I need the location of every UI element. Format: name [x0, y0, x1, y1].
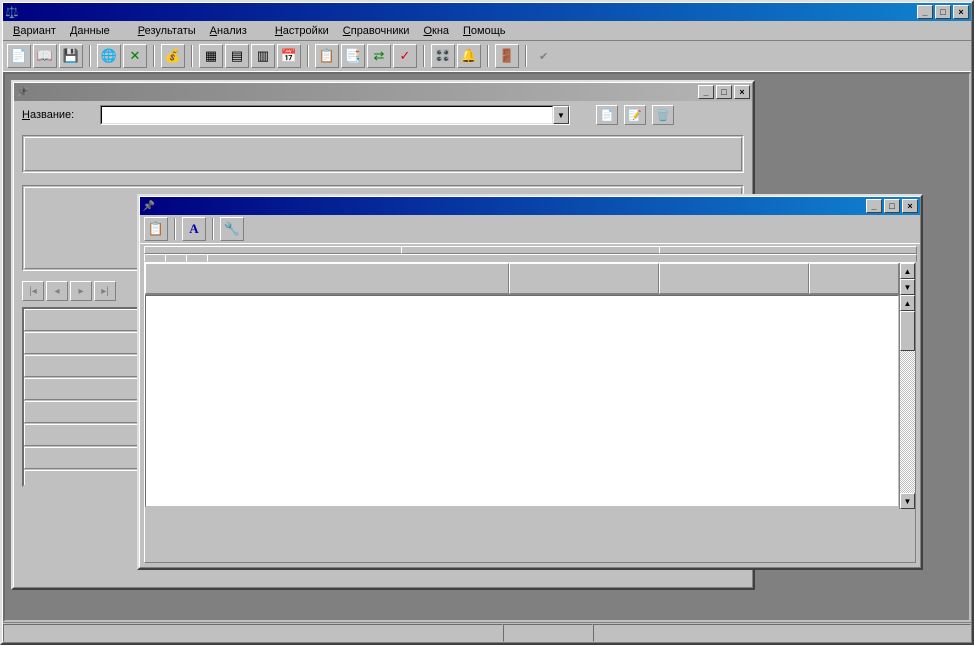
menu-analysis[interactable]: Анализ — [204, 24, 253, 38]
menu-help[interactable]: Помощь — [457, 24, 512, 38]
minimize-button[interactable]: _ — [917, 5, 933, 19]
tb-excel[interactable]: ✕ — [123, 44, 147, 68]
maximize-button[interactable]: □ — [935, 5, 951, 19]
grid-row[interactable] — [24, 332, 150, 354]
nav-last[interactable]: ▸| — [94, 281, 116, 301]
menu-variant[interactable]: Вариант — [7, 24, 62, 38]
tab-balance[interactable] — [401, 246, 659, 254]
text-scrollbar[interactable]: ▲ ▼ — [899, 295, 915, 509]
tb-world[interactable]: 🌐 — [97, 44, 121, 68]
analysis-text[interactable] — [145, 295, 899, 507]
tb-exit[interactable]: 🚪 — [495, 44, 519, 68]
toolbar: 📄 📖 💾 🌐 ✕ 💰 ▦ ▤ ▥ 📅 📋 📑 ⇄ ✓ 🎛️ 🔔 🚪 ✔ — [3, 40, 971, 72]
scroll-down-icon[interactable]: ▼ — [900, 493, 915, 509]
loan-close-button[interactable]: × — [734, 85, 750, 99]
name-combo[interactable]: ▼ — [100, 105, 570, 125]
menu-plan[interactable] — [118, 30, 130, 32]
tb-options[interactable]: 🎛️ — [431, 44, 455, 68]
mdi-area: _ □ × Название: ▼ 📄 📝 🗑️ — [3, 72, 971, 622]
col-header-change — [809, 263, 899, 294]
grid-row[interactable] — [24, 470, 150, 487]
scroll-down-icon[interactable]: ▼ — [900, 279, 915, 295]
tb-transfer[interactable]: ⇄ — [367, 44, 391, 68]
tab-efficiency[interactable] — [207, 254, 917, 262]
tb-new[interactable]: 📄 — [7, 44, 31, 68]
loan-maximize-button[interactable]: □ — [716, 85, 732, 99]
name-label: Название: — [22, 109, 94, 121]
action-new-btn[interactable]: 📄 — [596, 105, 618, 125]
pushpin-icon — [142, 199, 156, 213]
scroll-thumb[interactable] — [900, 311, 915, 351]
menu-reports[interactable] — [255, 30, 267, 32]
menu-windows[interactable]: Окна — [417, 24, 455, 38]
fin-minimize-button[interactable]: _ — [866, 199, 882, 213]
col-header-end — [659, 263, 809, 294]
loan-details-group — [22, 135, 744, 173]
pushpin-icon — [16, 85, 30, 99]
tb-alert[interactable]: 🔔 — [457, 44, 481, 68]
grid-row[interactable] — [24, 424, 150, 446]
tb-grid2[interactable]: ▤ — [225, 44, 249, 68]
status-unit — [503, 624, 593, 642]
grid-header-name[interactable] — [24, 309, 150, 331]
fin-titlebar[interactable]: _ □ × — [140, 197, 920, 215]
menu-results[interactable]: Результаты — [132, 24, 202, 38]
tb-save[interactable]: 💾 — [59, 44, 83, 68]
status-indicator: ✔ — [539, 50, 552, 63]
fin-tb-tool[interactable]: 🔧 — [220, 217, 244, 241]
checkmark-icon: ✔ — [539, 50, 548, 63]
tab-liabilities[interactable] — [186, 254, 208, 262]
app-icon: ⚖️ — [5, 5, 19, 19]
grid-row[interactable] — [24, 378, 150, 400]
nav-prev[interactable]: ◂ — [46, 281, 68, 301]
header-scrollbar[interactable]: ▲ ▼ — [899, 263, 915, 295]
main-window: ⚖️ _ □ × Вариант Данные Результаты Анали… — [0, 0, 974, 645]
col-header-start — [509, 263, 659, 294]
fin-tb-copy[interactable]: 📋 — [144, 217, 168, 241]
tab-stability[interactable] — [144, 246, 402, 254]
menu-data[interactable]: Данные — [64, 24, 116, 38]
tb-paste[interactable]: 📑 — [341, 44, 365, 68]
tab-results[interactable] — [144, 254, 166, 262]
loan-titlebar[interactable]: _ □ × — [14, 83, 752, 101]
tb-grid3[interactable]: ▥ — [251, 44, 275, 68]
action-edit-btn[interactable]: 📝 — [624, 105, 646, 125]
scroll-up-icon[interactable]: ▲ — [900, 295, 915, 311]
menu-settings[interactable]: Настройки — [269, 24, 335, 38]
col-header-name — [145, 263, 509, 294]
tb-copy[interactable]: 📋 — [315, 44, 339, 68]
fin-close-button[interactable]: × — [902, 199, 918, 213]
action-delete-btn[interactable]: 🗑️ — [652, 105, 674, 125]
status-cell-right — [593, 624, 971, 642]
tb-open[interactable]: 📖 — [33, 44, 57, 68]
nav-first[interactable]: |◂ — [22, 281, 44, 301]
fin-maximize-button[interactable]: □ — [884, 199, 900, 213]
status-cell-left — [3, 624, 503, 642]
menu-refs[interactable]: Справочники — [337, 24, 416, 38]
scroll-up-icon[interactable]: ▲ — [900, 263, 915, 279]
grid-row[interactable] — [24, 401, 150, 423]
fin-window: _ □ × 📋 A 🔧 — [137, 194, 923, 570]
chevron-down-icon[interactable]: ▼ — [553, 106, 569, 124]
fin-tb-font[interactable]: A — [182, 217, 206, 241]
close-button[interactable]: × — [953, 5, 969, 19]
menubar: Вариант Данные Результаты Анализ Настрой… — [3, 21, 971, 40]
grid-row[interactable] — [24, 355, 150, 377]
loan-minimize-button[interactable]: _ — [698, 85, 714, 99]
tb-money[interactable]: 💰 — [161, 44, 185, 68]
main-titlebar: ⚖️ _ □ × — [3, 3, 971, 21]
tb-check[interactable]: ✓ — [393, 44, 417, 68]
statusbar — [3, 622, 971, 642]
tb-calendar[interactable]: 📅 — [277, 44, 301, 68]
grid-row[interactable] — [24, 447, 150, 469]
tab-complex[interactable] — [659, 246, 917, 254]
tab-assets[interactable] — [165, 254, 187, 262]
nav-next[interactable]: ▸ — [70, 281, 92, 301]
tb-grid1[interactable]: ▦ — [199, 44, 223, 68]
